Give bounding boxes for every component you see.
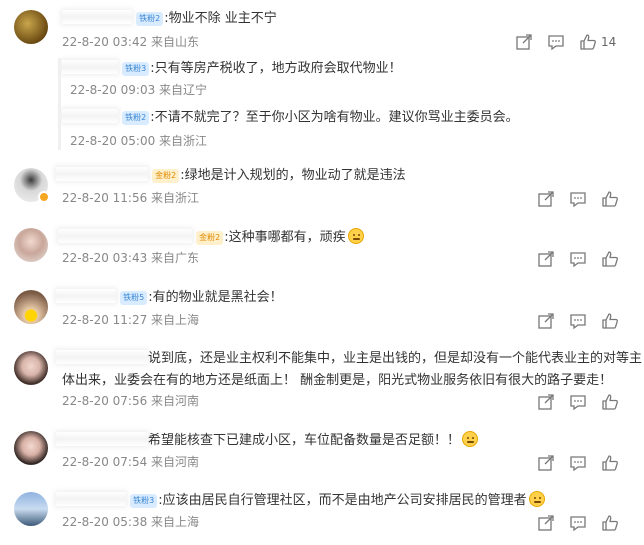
share-icon[interactable] (515, 33, 533, 51)
comment-icon[interactable] (569, 454, 587, 472)
avatar[interactable] (14, 351, 48, 385)
comment-text: :绿地是计入规划的，物业动了就是违法 (180, 168, 406, 183)
fan-badge: 金粉2 (152, 169, 180, 183)
comment-icon[interactable] (547, 33, 565, 51)
fan-badge: 金粉2 (196, 231, 224, 245)
share-icon[interactable] (537, 312, 555, 330)
avatar[interactable] (14, 290, 48, 324)
fan-badge: 铁粉3 (130, 494, 158, 508)
fan-badge: 铁粉2 (122, 111, 150, 125)
user-name[interactable] (58, 229, 192, 243)
user-name[interactable] (56, 350, 148, 364)
share-icon[interactable] (537, 250, 555, 268)
reply-thread-line (58, 58, 61, 150)
comment-text: 希望能核查下已建成小区，车位配备数量是否足额！！ (148, 433, 461, 448)
user-name[interactable] (56, 289, 116, 303)
share-icon[interactable] (537, 454, 555, 472)
comment-icon[interactable] (569, 312, 587, 330)
thumbs-up-icon[interactable] (601, 393, 619, 411)
emoji-icon (347, 228, 364, 244)
comment-text: 说到底，还是业主权利不能集中，业主是出钱的，但是却没有一个能代表业主的对等主 (148, 351, 643, 366)
thumbs-up-icon[interactable] (601, 454, 619, 472)
comment-icon[interactable] (569, 393, 587, 411)
comment-meta: 22-8-20 11:27 来自上海 (62, 313, 200, 327)
comment-icon[interactable] (569, 250, 587, 268)
comment-meta: 22-8-20 03:43 来自广东 (62, 251, 200, 265)
reply-meta: 22-8-20 05:00 来自浙江 (70, 134, 208, 148)
like-count: 14 (601, 35, 617, 49)
verified-badge-icon (38, 191, 50, 203)
comment-text: :物业不除 业主不宁 (164, 11, 277, 26)
comment-text: :应该由居民自行管理社区，而不是由地产公司安排居民的管理者 (158, 493, 527, 508)
comment-text: :有的物业就是黑社会！ (148, 290, 283, 305)
user-name[interactable] (62, 109, 118, 123)
comment-text: :这种事哪都有，顽疾 (224, 230, 346, 245)
thumbs-up-icon[interactable] (601, 312, 619, 330)
reply-text: :只有等房产税收了，地方政府会取代物业！ (150, 61, 402, 76)
comment-meta: 22-8-20 11:56 来自浙江 (62, 191, 200, 205)
fan-badge: 铁粉3 (122, 62, 150, 76)
reply-item: 铁粉2:不请不就完了？至于你小区为啥有物业。建议你骂业主委员会。 (62, 109, 519, 127)
share-icon[interactable] (537, 393, 555, 411)
avatar[interactable] (14, 228, 48, 262)
comment-icon[interactable] (569, 514, 587, 532)
share-icon[interactable] (537, 514, 555, 532)
comment-meta: 22-8-20 03:42 来自山东 (62, 35, 200, 49)
avatar[interactable] (14, 10, 48, 44)
reply-meta: 22-8-20 09:03 来自辽宁 (70, 83, 208, 97)
user-name[interactable] (62, 10, 132, 24)
comment-meta: 22-8-20 07:56 来自河南 (62, 394, 200, 408)
comment-icon[interactable] (569, 190, 587, 208)
share-icon[interactable] (537, 190, 555, 208)
fan-badge: 铁粉5 (120, 291, 148, 305)
thumbs-up-icon[interactable] (601, 190, 619, 208)
comment-meta: 22-8-20 05:38 来自上海 (62, 515, 200, 529)
reply-text: :不请不就完了？至于你小区为啥有物业。建议你骂业主委员会。 (150, 110, 519, 125)
thumbs-up-icon[interactable] (579, 33, 597, 51)
thumbs-up-icon[interactable] (601, 250, 619, 268)
thumbs-up-icon[interactable] (601, 514, 619, 532)
avatar[interactable] (14, 492, 48, 526)
user-name[interactable] (56, 167, 148, 181)
user-name[interactable] (56, 492, 126, 506)
emoji-icon (462, 431, 479, 447)
fan-badge: 铁粉2 (136, 12, 164, 26)
comment-text-continued: 体出来，业委会在有的地方还是纸面上！ 酬金制更是，阳光式物业服务依旧有很大的路子… (62, 373, 613, 388)
comment-meta: 22-8-20 07:54 来自河南 (62, 455, 200, 469)
user-name[interactable] (62, 60, 118, 74)
emoji-icon (528, 491, 545, 507)
user-name[interactable] (56, 432, 148, 446)
avatar[interactable] (14, 431, 48, 465)
reply-item: 铁粉3:只有等房产税收了，地方政府会取代物业！ (62, 60, 402, 78)
